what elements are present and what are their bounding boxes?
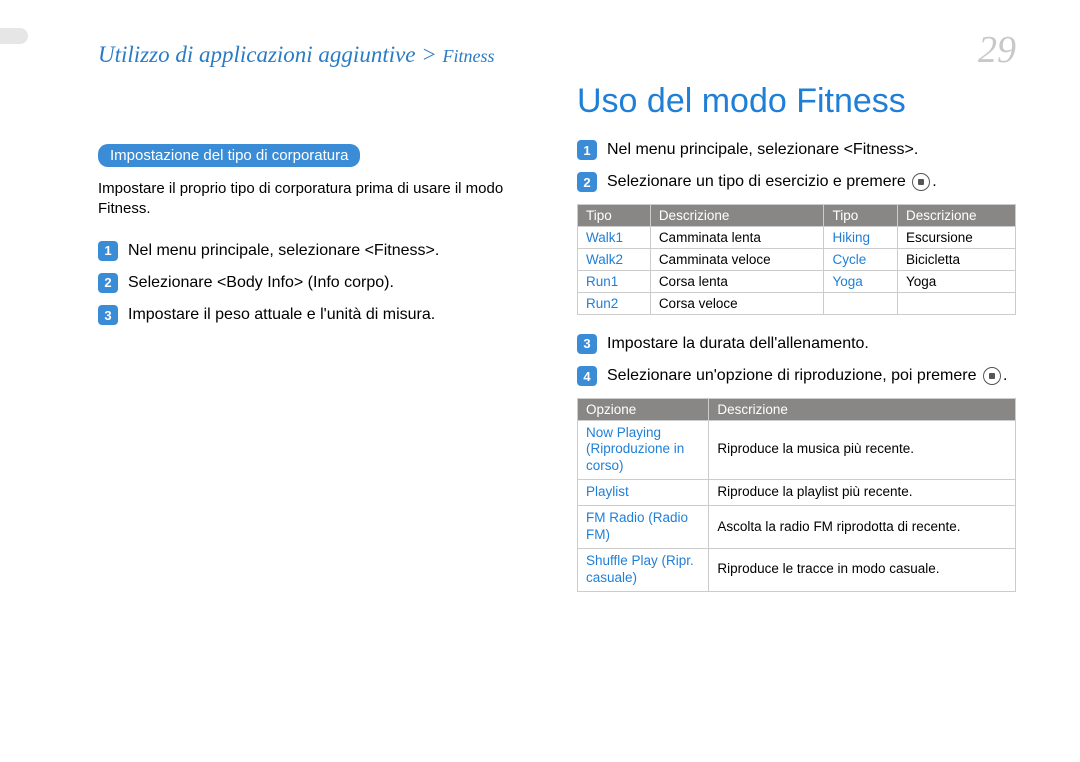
playback-option-table: Opzione Descrizione Now Playing (Riprodu…	[577, 398, 1016, 592]
th-type: Tipo	[824, 204, 898, 226]
cell-desc	[897, 292, 1015, 314]
cell-option: FM Radio (Radio FM)	[578, 506, 709, 549]
step-text-post: .	[932, 173, 936, 190]
select-button-icon	[912, 173, 930, 191]
cell-type	[824, 292, 898, 314]
step-1: 1 Nel menu principale, selezionare <Fitn…	[98, 240, 537, 262]
cell-type: Cycle	[824, 248, 898, 270]
cell-type: Walk1	[578, 226, 651, 248]
table-row: Run2 Corsa veloce	[578, 292, 1016, 314]
table-row: Playlist Riproduce la playlist più recen…	[578, 480, 1016, 506]
section-pill: Impostazione del tipo di corporatura	[98, 144, 360, 167]
step-number-icon: 3	[98, 305, 118, 325]
step-number-icon: 1	[577, 140, 597, 160]
cell-option: Playlist	[578, 480, 709, 506]
cell-option: Now Playing (Riproduzione in corso)	[578, 420, 709, 480]
exercise-type-table: Tipo Descrizione Tipo Descrizione Walk1 …	[577, 204, 1016, 315]
step-2: 2 Selezionare un tipo di esercizio e pre…	[577, 171, 1016, 193]
th-desc: Descrizione	[709, 398, 1016, 420]
cell-desc: Camminata veloce	[650, 248, 824, 270]
step-text: Selezionare un tipo di esercizio e preme…	[607, 171, 937, 193]
step-3: 3 Impostare la durata dell'allenamento.	[577, 333, 1016, 355]
table-row: Now Playing (Riproduzione in corso) Ripr…	[578, 420, 1016, 480]
cell-desc: Riproduce la musica più recente.	[709, 420, 1016, 480]
table-row: Walk2 Camminata veloce Cycle Bicicletta	[578, 248, 1016, 270]
step-text: Nel menu principale, selezionare <Fitnes…	[607, 139, 918, 161]
page-header: Utilizzo di applicazioni aggiuntive > Fi…	[98, 28, 1016, 72]
cell-desc: Riproduce le tracce in modo casuale.	[709, 548, 1016, 591]
cell-desc: Corsa veloce	[650, 292, 824, 314]
th-option: Opzione	[578, 398, 709, 420]
cell-type: Run2	[578, 292, 651, 314]
step-text-pre: Selezionare un tipo di esercizio e preme…	[607, 173, 910, 190]
cell-desc: Yoga	[897, 270, 1015, 292]
step-text: Selezionare un'opzione di riproduzione, …	[607, 365, 1007, 387]
cell-type: Yoga	[824, 270, 898, 292]
step-text: Impostare il peso attuale e l'unità di m…	[128, 304, 435, 326]
step-number-icon: 1	[98, 241, 118, 261]
main-heading: Uso del modo Fitness	[577, 82, 1016, 121]
table-row: Walk1 Camminata lenta Hiking Escursione	[578, 226, 1016, 248]
table-row: Run1 Corsa lenta Yoga Yoga	[578, 270, 1016, 292]
cell-type: Hiking	[824, 226, 898, 248]
step-text: Impostare la durata dell'allenamento.	[607, 333, 869, 355]
table-row: FM Radio (Radio FM) Ascolta la radio FM …	[578, 506, 1016, 549]
step-4: 4 Selezionare un'opzione di riproduzione…	[577, 365, 1016, 387]
right-column: Uso del modo Fitness 1 Nel menu principa…	[577, 82, 1016, 610]
step-text-pre: Selezionare un'opzione di riproduzione, …	[607, 367, 981, 384]
th-desc: Descrizione	[897, 204, 1015, 226]
th-type: Tipo	[578, 204, 651, 226]
cell-option: Shuffle Play (Ripr. casuale)	[578, 548, 709, 591]
cell-desc: Escursione	[897, 226, 1015, 248]
table-row: Shuffle Play (Ripr. casuale) Riproduce l…	[578, 548, 1016, 591]
manual-page: Utilizzo di applicazioni aggiuntive > Fi…	[0, 0, 1080, 630]
step-number-icon: 4	[577, 366, 597, 386]
select-button-icon	[983, 367, 1001, 385]
step-3: 3 Impostare il peso attuale e l'unità di…	[98, 304, 537, 326]
side-tab	[0, 28, 28, 44]
step-2: 2 Selezionare <Body Info> (Info corpo).	[98, 272, 537, 294]
cell-type: Walk2	[578, 248, 651, 270]
step-1: 1 Nel menu principale, selezionare <Fitn…	[577, 139, 1016, 161]
step-number-icon: 2	[577, 172, 597, 192]
page-number: 29	[978, 28, 1016, 72]
left-column: Impostazione del tipo di corporatura Imp…	[98, 82, 537, 610]
step-text: Nel menu principale, selezionare <Fitnes…	[128, 240, 439, 262]
breadcrumb: Utilizzo di applicazioni aggiuntive > Fi…	[98, 42, 495, 68]
breadcrumb-sub: Fitness	[443, 46, 495, 66]
cell-type: Run1	[578, 270, 651, 292]
cell-desc: Ascolta la radio FM riprodotta di recent…	[709, 506, 1016, 549]
step-number-icon: 2	[98, 273, 118, 293]
section-intro: Impostare il proprio tipo di corporatura…	[98, 179, 537, 220]
step-text-post: .	[1003, 367, 1007, 384]
step-text: Selezionare <Body Info> (Info corpo).	[128, 272, 394, 294]
th-desc: Descrizione	[650, 204, 824, 226]
step-number-icon: 3	[577, 334, 597, 354]
cell-desc: Corsa lenta	[650, 270, 824, 292]
cell-desc: Camminata lenta	[650, 226, 824, 248]
cell-desc: Riproduce la playlist più recente.	[709, 480, 1016, 506]
breadcrumb-main: Utilizzo di applicazioni aggiuntive >	[98, 42, 443, 67]
cell-desc: Bicicletta	[897, 248, 1015, 270]
